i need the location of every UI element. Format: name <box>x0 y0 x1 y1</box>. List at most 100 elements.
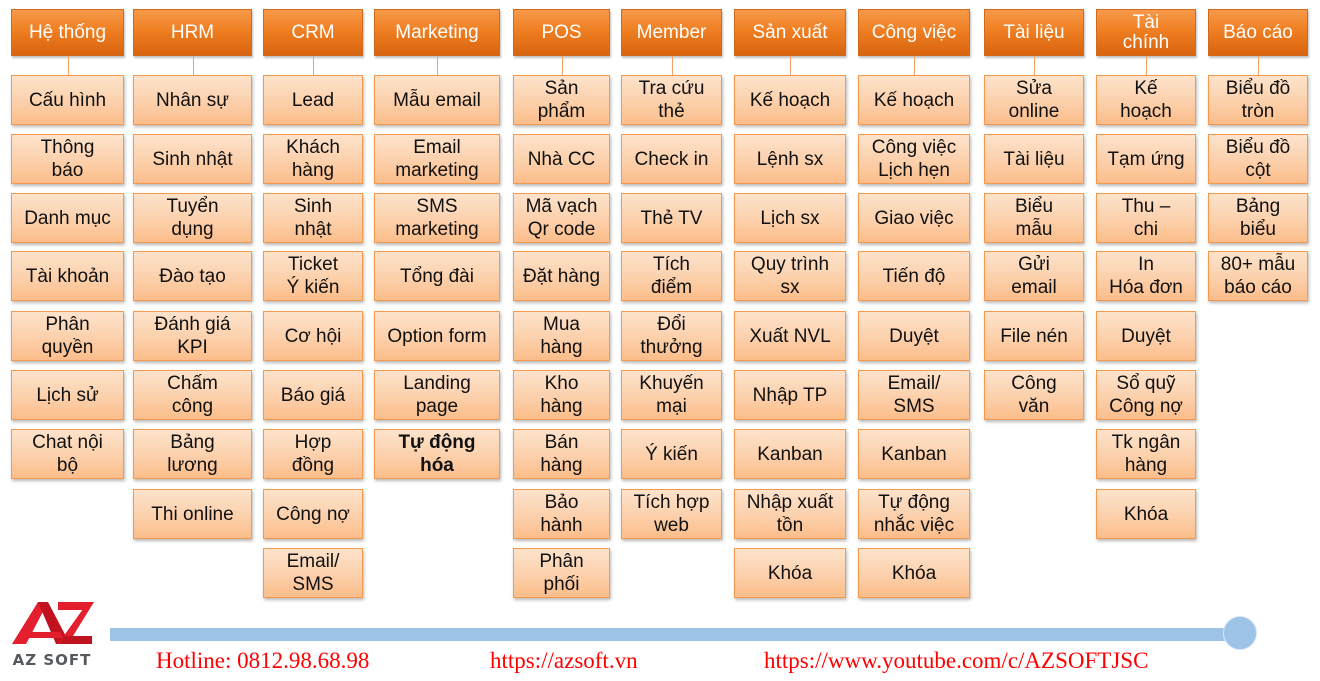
module-item[interactable]: Kanban <box>858 429 970 479</box>
module-item[interactable]: 80+ mẫu báo cáo <box>1208 251 1308 301</box>
module-item[interactable]: Khóa <box>858 548 970 598</box>
module-item[interactable]: Ticket Ý kiến <box>263 251 363 301</box>
module-item[interactable]: Kho hàng <box>513 370 610 420</box>
module-item[interactable]: Tiến độ <box>858 251 970 301</box>
module-item[interactable]: Nhà CC <box>513 134 610 184</box>
module-item[interactable]: Khóa <box>1096 489 1196 539</box>
module-item[interactable]: Đào tạo <box>133 251 252 301</box>
module-item[interactable]: Lệnh sx <box>734 134 846 184</box>
module-item[interactable]: Công nợ <box>263 489 363 539</box>
module-item[interactable]: Xuất NVL <box>734 311 846 361</box>
module-item[interactable]: Danh mục <box>11 193 124 243</box>
module-item[interactable]: Lead <box>263 75 363 125</box>
module-item[interactable]: Bảo hành <box>513 489 610 539</box>
module-item[interactable]: Nhập TP <box>734 370 846 420</box>
module-item[interactable]: Kế hoạch <box>734 75 846 125</box>
module-item[interactable]: Thẻ TV <box>621 193 722 243</box>
module-item[interactable]: Sổ quỹ Công nợ <box>1096 370 1196 420</box>
module-item[interactable]: Ý kiến <box>621 429 722 479</box>
module-item[interactable]: Email/ SMS <box>858 370 970 420</box>
website-link[interactable]: https://azsoft.vn <box>490 648 638 674</box>
module-item[interactable]: Gửi email <box>984 251 1084 301</box>
module-header[interactable]: Tài liệu <box>984 9 1084 56</box>
module-item[interactable]: Báo giá <box>263 370 363 420</box>
module-item[interactable]: Giao việc <box>858 193 970 243</box>
module-item[interactable]: Duyệt <box>858 311 970 361</box>
module-item[interactable]: Nhân sự <box>133 75 252 125</box>
module-item[interactable]: Bảng biểu <box>1208 193 1308 243</box>
module-item[interactable]: Check in <box>621 134 722 184</box>
module-item[interactable]: Email/ SMS <box>263 548 363 598</box>
module-item[interactable]: Option form <box>374 311 500 361</box>
module-item[interactable]: Công văn <box>984 370 1084 420</box>
module-item[interactable]: Kanban <box>734 429 846 479</box>
connector-line <box>561 56 563 75</box>
module-item[interactable]: Quy trình sx <box>734 251 846 301</box>
module-item[interactable]: Nhập xuất tồn <box>734 489 846 539</box>
module-item[interactable]: Duyệt <box>1096 311 1196 361</box>
module-item[interactable]: Khuyến mại <box>621 370 722 420</box>
module-column: Công việc Kế hoạch Công việc Lịch hẹn Giao … <box>858 9 970 598</box>
module-item[interactable]: Tạm ứng <box>1096 134 1196 184</box>
module-item[interactable]: Tk ngân hàng <box>1096 429 1196 479</box>
module-item[interactable]: Tự động nhắc việc <box>858 489 970 539</box>
module-item[interactable]: Bảng lương <box>133 429 252 479</box>
module-header[interactable]: HRM <box>133 9 252 56</box>
module-item[interactable]: Đổi thưởng <box>621 311 722 361</box>
module-item[interactable]: Mã vạch Qr code <box>513 193 610 243</box>
module-item[interactable]: Hợp đồng <box>263 429 363 479</box>
module-item[interactable]: Tra cứu thẻ <box>621 75 722 125</box>
module-item[interactable]: Cấu hình <box>11 75 124 125</box>
youtube-link[interactable]: https://www.youtube.com/c/AZSOFTJSC <box>764 648 1148 674</box>
module-item[interactable]: Phân quyền <box>11 311 124 361</box>
module-header[interactable]: Báo cáo <box>1208 9 1308 56</box>
module-item[interactable]: Lịch sx <box>734 193 846 243</box>
module-item[interactable]: Khóa <box>734 548 846 598</box>
module-item[interactable]: Email marketing <box>374 134 500 184</box>
module-item[interactable]: Sửa online <box>984 75 1084 125</box>
module-header[interactable]: Công việc <box>858 9 970 56</box>
module-item[interactable]: Tích hợp web <box>621 489 722 539</box>
module-item[interactable]: Tuyển dụng <box>133 193 252 243</box>
module-item[interactable]: SMS marketing <box>374 193 500 243</box>
module-column: POS Sản phẩm Nhà CC Mã vạch Qr code Đặt hàng… <box>513 9 610 598</box>
module-item[interactable]: Biểu mẫu <box>984 193 1084 243</box>
module-header[interactable]: POS <box>513 9 610 56</box>
module-item[interactable]: Landing page <box>374 370 500 420</box>
module-item[interactable]: Tài khoản <box>11 251 124 301</box>
module-item[interactable]: Tổng đài <box>374 251 500 301</box>
module-item[interactable]: In Hóa đơn <box>1096 251 1196 301</box>
module-item[interactable]: Tích điểm <box>621 251 722 301</box>
module-item[interactable]: Khách hàng <box>263 134 363 184</box>
module-item[interactable]: Cơ hội <box>263 311 363 361</box>
module-item[interactable]: File nén <box>984 311 1084 361</box>
module-item[interactable]: Đánh giá KPI <box>133 311 252 361</box>
module-item[interactable]: Tài liệu <box>984 134 1084 184</box>
module-item[interactable]: Biểu đồ cột <box>1208 134 1308 184</box>
module-item[interactable]: Lịch sử <box>11 370 124 420</box>
module-header[interactable]: Marketing <box>374 9 500 56</box>
module-item[interactable]: Kế hoạch <box>1096 75 1196 125</box>
module-item[interactable]: Tự động hóa <box>374 429 500 479</box>
module-header[interactable]: Member <box>621 9 722 56</box>
module-item[interactable]: Phân phối <box>513 548 610 598</box>
module-item[interactable]: Biểu đồ tròn <box>1208 75 1308 125</box>
module-item[interactable]: Sinh nhật <box>263 193 363 243</box>
module-item[interactable]: Sản phẩm <box>513 75 610 125</box>
module-item[interactable]: Công việc Lịch hẹn <box>858 134 970 184</box>
module-item[interactable]: Thi online <box>133 489 252 539</box>
module-item[interactable]: Đặt hàng <box>513 251 610 301</box>
module-item[interactable]: Thông báo <box>11 134 124 184</box>
module-item[interactable]: Sinh nhật <box>133 134 252 184</box>
module-item[interactable]: Mẫu email <box>374 75 500 125</box>
module-item[interactable]: Mua hàng <box>513 311 610 361</box>
module-header[interactable]: Sản xuất <box>734 9 846 56</box>
module-item[interactable]: Chấm công <box>133 370 252 420</box>
module-item[interactable]: Chat nội bộ <box>11 429 124 479</box>
module-header[interactable]: Hệ thống <box>11 9 124 56</box>
module-item[interactable]: Kế hoạch <box>858 75 970 125</box>
module-header[interactable]: CRM <box>263 9 363 56</box>
module-header[interactable]: Tài chính <box>1096 9 1196 56</box>
module-item[interactable]: Thu – chi <box>1096 193 1196 243</box>
module-item[interactable]: Bán hàng <box>513 429 610 479</box>
